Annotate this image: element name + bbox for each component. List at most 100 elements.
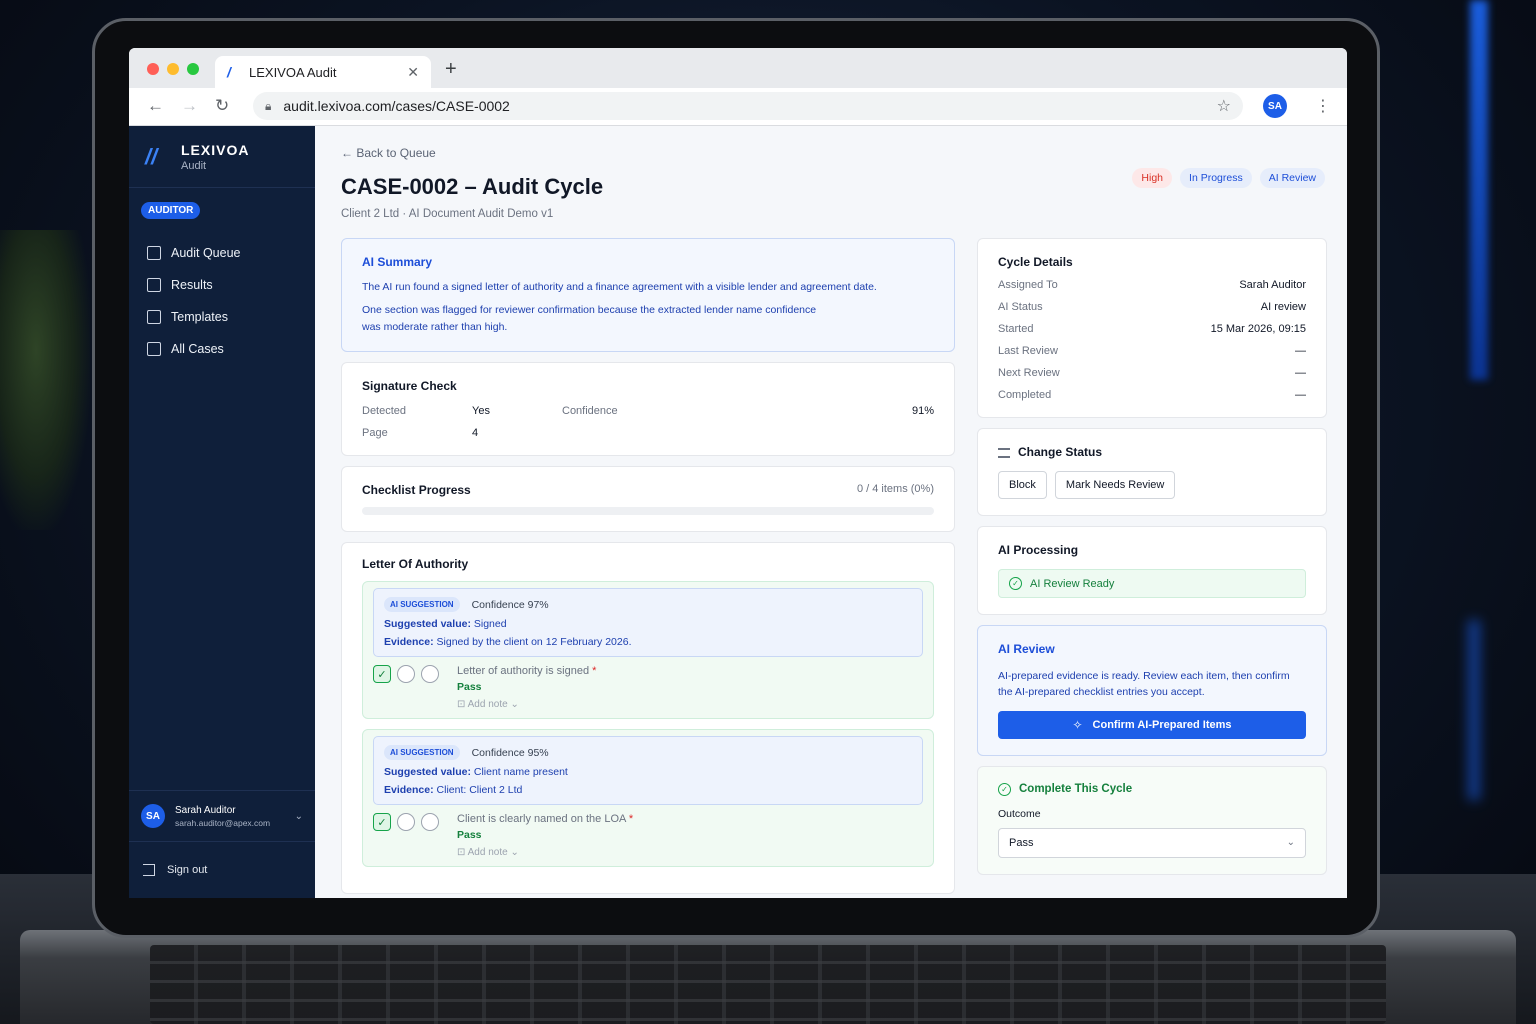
brand[interactable]: // LEXIVOA Audit: [129, 126, 315, 188]
sliders-icon: [998, 447, 1010, 458]
suggestion-confidence: Confidence 97%: [471, 598, 549, 611]
mark-needs-review-button[interactable]: Mark Needs Review: [1054, 471, 1176, 499]
ai-review-text: AI-prepared evidence is ready. Review ea…: [998, 670, 1290, 699]
fail-option[interactable]: [397, 665, 415, 684]
outcome-select[interactable]: Pass ⌄: [998, 827, 1306, 858]
checklist-item: AI SUGGESTION Confidence 95% Suggested v…: [362, 729, 934, 868]
add-note-button[interactable]: ⊡ Add note ⌄: [457, 699, 596, 710]
ai-summary-text: The AI run found a signed letter of auth…: [362, 281, 877, 293]
na-option[interactable]: [421, 665, 439, 684]
add-note-label: Add note: [467, 847, 508, 859]
suggested-value: Client name present: [473, 766, 568, 779]
sidebar-item-all-cases[interactable]: All Cases: [129, 333, 315, 365]
sidebar-item-results[interactable]: Results: [129, 269, 315, 301]
browser-profile-avatar[interactable]: SA: [1263, 94, 1287, 118]
sidebar-item-label: Audit Queue: [171, 246, 241, 260]
detail-row: Next Review —: [998, 367, 1306, 379]
page-value: 4: [472, 427, 479, 440]
complete-cycle-title: Complete This Cycle: [1019, 783, 1133, 796]
required-asterisk: *: [592, 665, 597, 678]
criterion-label: Client is clearly named on the LOA: [457, 813, 626, 826]
detail-value: —: [1295, 389, 1306, 401]
sidebar-item-templates[interactable]: Templates: [129, 301, 315, 333]
sign-out-icon: [143, 864, 155, 876]
na-option[interactable]: [421, 813, 439, 832]
block-button[interactable]: Block: [998, 471, 1047, 499]
ai-suggestion-tag: AI SUGGESTION: [384, 745, 460, 761]
detail-value: —: [1295, 367, 1306, 379]
detail-value: AI review: [1260, 301, 1306, 313]
add-note-button[interactable]: ⊡ Add note ⌄: [457, 847, 633, 858]
right-column: Cycle Details Assigned To Sarah Auditor A…: [977, 238, 1327, 885]
detail-value: —: [1295, 345, 1306, 357]
close-window-dot[interactable]: [147, 63, 159, 75]
browser-tab-bar: / LEXIVOA Audit ✕ +: [129, 48, 1347, 88]
sidebar-item-label: All Cases: [171, 342, 224, 356]
suggested-value-label: Suggested value:: [384, 766, 471, 779]
checklist-item: AI SUGGESTION Confidence 97% Suggested v…: [362, 581, 934, 720]
status-badges: High In Progress AI Review: [1132, 168, 1325, 188]
clipboard-icon: [147, 246, 161, 260]
sidebar-item-audit-queue[interactable]: Audit Queue: [129, 237, 315, 269]
pass-option[interactable]: ✓: [373, 665, 391, 684]
ai-summary-title: AI Summary: [362, 255, 433, 269]
user-email: sarah.auditor@apex.com: [175, 817, 271, 828]
fail-option[interactable]: [397, 813, 415, 832]
checklist-progress-card: Checklist Progress 0 / 4 items (0%): [341, 466, 955, 533]
priority-badge: High: [1132, 168, 1173, 188]
required-asterisk: *: [628, 813, 634, 826]
detail-row: Completed —: [998, 389, 1306, 401]
ai-ready-label: AI Review Ready: [1030, 577, 1115, 590]
confirm-ai-items-button[interactable]: ✧ Confirm AI-Prepared Items: [998, 710, 1306, 739]
sign-out-label: Sign out: [167, 864, 208, 876]
add-note-label: Add note: [467, 699, 508, 711]
confidence-value: 91%: [911, 405, 934, 418]
background-glow: [1470, 0, 1488, 380]
detail-label: Completed: [998, 389, 1052, 401]
chevron-down-icon: ⌄: [510, 847, 519, 859]
checklist-progress-count: 0 / 4 items (0%): [856, 483, 934, 496]
complete-cycle-card: ✓ Complete This Cycle Outcome Pass ⌄: [977, 765, 1327, 875]
letter-of-authority-card: Letter Of Authority AI SUGGESTION Confid…: [341, 542, 955, 895]
avatar: SA: [141, 804, 165, 828]
back-to-queue-link[interactable]: ← Back to Queue: [341, 146, 1347, 160]
brand-name: LEXIVOA: [181, 141, 250, 158]
outcome-value: Pass: [1009, 836, 1034, 849]
change-status-card: Change Status Block Mark Needs Review: [977, 428, 1327, 516]
ai-processing-card: AI Processing ✓ AI Review Ready: [977, 526, 1327, 615]
lexivoa-logo-icon: /: [227, 64, 231, 80]
section-title: Letter Of Authority: [362, 557, 469, 572]
user-name: Sarah Auditor: [175, 804, 236, 816]
address-bar[interactable]: 🔒︎ audit.lexivoa.com/cases/CASE-0002 ☆: [253, 92, 1243, 120]
page-subtitle: Client 2 Ltd · AI Document Audit Demo v1: [341, 208, 554, 220]
browser-menu-icon[interactable]: ⋮: [1315, 96, 1331, 116]
back-arrow-icon[interactable]: ←: [147, 96, 164, 116]
sign-out-button[interactable]: Sign out: [129, 864, 315, 876]
ai-processing-title: AI Processing: [998, 543, 1079, 557]
user-menu[interactable]: SA Sarah Auditor sarah.auditor@apex.com …: [129, 790, 315, 842]
suggested-value-label: Suggested value:: [384, 618, 471, 631]
reload-icon[interactable]: ↻: [215, 96, 229, 116]
app-container: // LEXIVOA Audit AUDITOR Audit Queue Res…: [129, 126, 1347, 898]
ai-summary-text: One section was flagged for reviewer con…: [362, 303, 817, 333]
minimize-window-dot[interactable]: [167, 63, 179, 75]
evidence-label: Evidence:: [384, 636, 434, 649]
bookmark-star-icon[interactable]: ☆: [1217, 96, 1231, 116]
browser-tab[interactable]: / LEXIVOA Audit ✕: [215, 56, 431, 88]
ai-review-title: AI Review: [998, 642, 1055, 656]
maximize-window-dot[interactable]: [187, 63, 199, 75]
confidence-label: Confidence: [562, 405, 618, 418]
evidence-value: Client: Client 2 Ltd: [436, 784, 523, 797]
detail-label: Assigned To: [998, 279, 1058, 291]
pass-option[interactable]: ✓: [373, 813, 391, 832]
new-tab-icon[interactable]: +: [445, 58, 457, 81]
detail-label: Next Review: [998, 367, 1060, 379]
detail-row: Assigned To Sarah Auditor: [998, 279, 1306, 291]
stage-badge: AI Review: [1259, 168, 1325, 188]
forward-arrow-icon[interactable]: →: [181, 96, 198, 116]
sidebar: // LEXIVOA Audit AUDITOR Audit Queue Res…: [129, 126, 315, 898]
check-circle-icon: ✓: [998, 782, 1011, 796]
close-tab-icon[interactable]: ✕: [407, 64, 419, 81]
checklist-progress-title: Checklist Progress: [362, 483, 471, 498]
chevron-down-icon: ⌄: [510, 699, 519, 711]
